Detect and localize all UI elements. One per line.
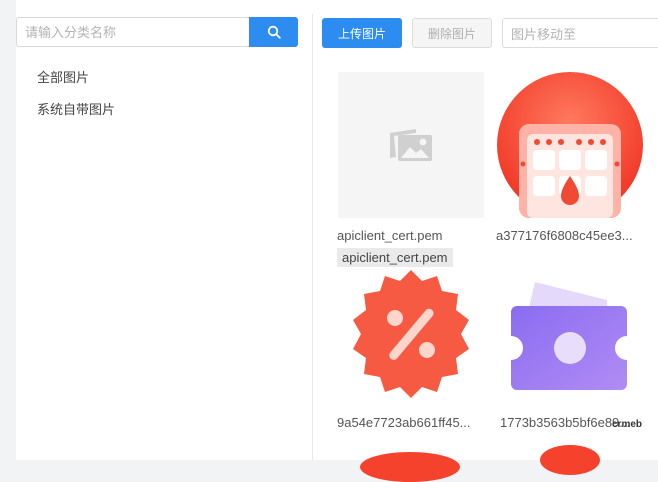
image-thumb-4[interactable]: [497, 264, 643, 410]
search-icon: [267, 25, 281, 39]
move-image-placeholder: 图片移动至: [511, 26, 577, 42]
image-name-2: a377176f6808c45ee3...: [496, 228, 633, 243]
percent-icon: [353, 270, 469, 398]
image-thumb-2[interactable]: [497, 72, 643, 218]
wallet-icon: [511, 282, 627, 390]
watermark-logo: crmeb: [612, 419, 643, 430]
image-name-3: 9a54e7723ab661ff45...: [337, 415, 471, 430]
upload-image-button[interactable]: 上传图片: [322, 18, 402, 48]
image-placeholder-icon: [390, 129, 432, 161]
category-item-all[interactable]: 全部图片: [37, 67, 89, 86]
calendar-icon: [497, 72, 643, 218]
image-thumb-1[interactable]: [338, 72, 484, 218]
image-thumb-6-partial[interactable]: [540, 445, 600, 475]
move-image-select[interactable]: 图片移动至: [502, 18, 658, 48]
panel-divider: [312, 14, 313, 460]
category-item-system[interactable]: 系统自带图片: [37, 99, 115, 118]
image-name-1: apiclient_cert.pem: [337, 228, 443, 243]
image-thumb-3[interactable]: [338, 264, 484, 410]
category-search: [16, 17, 298, 47]
delete-image-button[interactable]: 删除图片: [412, 18, 492, 48]
category-search-button[interactable]: [249, 17, 298, 47]
image-thumb-5-partial[interactable]: [360, 452, 460, 482]
category-search-input[interactable]: [16, 17, 251, 47]
